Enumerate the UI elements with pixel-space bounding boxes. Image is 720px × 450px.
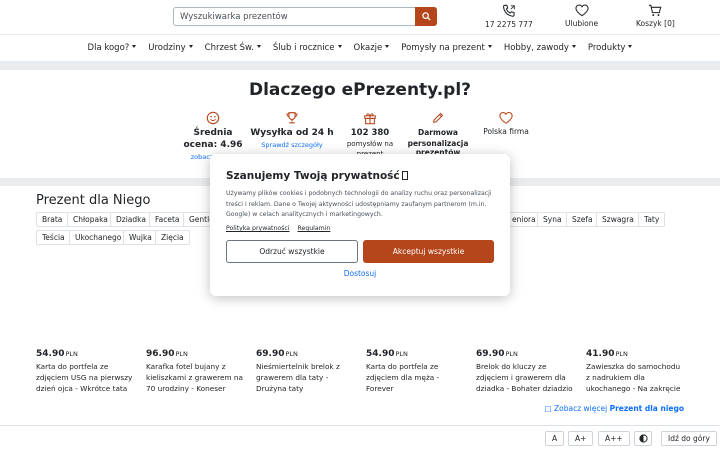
why-title: Dlaczego ePrezenty.pl? — [248, 80, 472, 100]
product-price: 54.90PLN — [366, 349, 408, 359]
product-name[interactable]: Brelok do kluczy ze zdjęciem i grawerem … — [476, 361, 576, 394]
tag-szwagra[interactable]: Szwagra — [596, 212, 640, 227]
product-price: 54.90PLN — [36, 349, 78, 359]
divider-band — [0, 61, 720, 70]
cookie-consent-modal: Szanujemy Twoją prywatność Używamy plikó… — [210, 154, 510, 296]
tag-ukochanego[interactable]: Ukochanego — [69, 230, 128, 245]
search-box — [173, 7, 437, 26]
see-more-target: Prezent dla niego — [609, 404, 684, 413]
favorites-link[interactable]: Ulubione — [565, 4, 598, 28]
tag-brata[interactable]: Brata — [36, 212, 69, 227]
product-name[interactable]: Karafka fotel bujany z kieliszkami z gra… — [146, 361, 246, 394]
product-name[interactable]: Karta do portfela ze zdjęciem dla męża -… — [366, 361, 466, 394]
section-title-gifts-for-him: Prezent dla Niego — [36, 193, 151, 208]
phone-contact[interactable]: 17 2275 777 — [485, 4, 533, 29]
terms-link[interactable]: Regulamin — [298, 225, 331, 232]
heart-icon — [574, 4, 589, 17]
main-nav: Dla kogo? Urodziny Chrzest Św. Ślub i ro… — [0, 34, 720, 60]
cart-icon — [649, 4, 662, 17]
cart-link[interactable]: Koszyk [0] — [636, 4, 675, 28]
nav-item-produkty[interactable]: Produkty — [582, 43, 639, 53]
product-card[interactable]: 54.90PLN Karta do portfela ze zdjęciem U… — [36, 349, 136, 394]
feature-shipping: Wysyłka od 24 h Sprawdź szczegóły — [247, 111, 337, 149]
product-card[interactable]: 69.90PLN Nieśmiertelnik brelok z grawere… — [256, 349, 356, 394]
see-more-link[interactable]: □ Zobacz więcej Prezent dla niego — [545, 404, 684, 413]
product-price: 96.90PLN — [146, 349, 188, 359]
nav-item-dla-kogo[interactable]: Dla kogo? — [82, 43, 143, 53]
product-card[interactable]: 41.90PLN Zawieszka do samochodu z nadruk… — [586, 349, 686, 394]
tag-ziecia[interactable]: Zięcia — [155, 230, 190, 245]
tag-szefa[interactable]: Szefa — [566, 212, 599, 227]
tag-taty[interactable]: Taty — [638, 212, 666, 227]
reject-all-button[interactable]: Odrzuć wszystkie — [226, 240, 358, 263]
feature-polish-company: Polska firma — [461, 111, 551, 136]
scroll-top-button[interactable]: Idź do góry — [661, 431, 717, 446]
feature-personalization-line1: Darmowa — [418, 128, 458, 137]
contrast-button[interactable] — [634, 431, 652, 446]
search-icon — [421, 12, 431, 21]
product-card[interactable]: 96.90PLN Karafka fotel bujany z kieliszk… — [146, 349, 246, 394]
phone-label: 17 2275 777 — [485, 20, 533, 29]
tag-faceta[interactable]: Faceta — [149, 212, 186, 227]
cookie-modal-description: Używamy plików cookies i podobnych techn… — [226, 190, 492, 218]
product-name[interactable]: Nieśmiertelnik brelok z grawerem dla tat… — [256, 361, 356, 394]
cookie-modal-title: Szanujemy Twoją prywatność — [226, 170, 408, 182]
accept-all-button[interactable]: Akceptuj wszystkie — [363, 240, 494, 263]
feature-rating-line1: Średnia — [193, 128, 233, 138]
feature-ideas-count: 102 380 — [350, 128, 390, 138]
nav-item-hobby[interactable]: Hobby, zawody — [498, 43, 582, 53]
accessibility-bar: A A+ A++ Idź do góry — [0, 425, 720, 450]
font-size-normal-button[interactable]: A — [545, 431, 565, 446]
nav-item-chrzest[interactable]: Chrzest Św. — [199, 43, 267, 53]
feature-rating-line2: ocena: 4.96 — [183, 140, 243, 150]
smile-icon — [206, 111, 220, 125]
feature-shipping-link[interactable]: Sprawdź szczegóły — [261, 141, 322, 149]
customize-button[interactable]: Dostosuj — [210, 269, 510, 278]
feature-polish-company-label: Polska firma — [483, 127, 529, 136]
heart-icon — [499, 111, 513, 124]
product-name[interactable]: Zawieszka do samochodu z nadrukiem dla u… — [586, 361, 686, 394]
cookie-modal-links: Polityka prywatności Regulamin — [226, 225, 336, 232]
nav-item-slub[interactable]: Ślub i rocznice — [267, 43, 348, 53]
product-name[interactable]: Karta do portfela ze zdjęciem USG na pie… — [36, 361, 136, 394]
nav-item-okazje[interactable]: Okazje — [348, 43, 396, 53]
tag-dziadka[interactable]: Dziadka — [110, 212, 152, 227]
external-link-icon: □ — [544, 404, 552, 413]
cart-label: Koszyk [0] — [636, 19, 675, 28]
tag-tescia[interactable]: Teścia — [36, 230, 71, 245]
contrast-icon — [638, 434, 648, 443]
tag-wujka[interactable]: Wujka — [123, 230, 158, 245]
font-size-plus-button[interactable]: A+ — [568, 431, 594, 446]
tag-syna[interactable]: Syna — [537, 212, 568, 227]
product-price: 69.90PLN — [476, 349, 518, 359]
privacy-policy-link[interactable]: Polityka prywatności — [226, 225, 290, 232]
see-more-prefix: Zobacz więcej — [554, 404, 608, 413]
gift-icon — [364, 113, 376, 125]
nav-item-urodziny[interactable]: Urodziny — [142, 43, 198, 53]
feature-shipping-title: Wysyłka od 24 h — [250, 128, 334, 138]
cookie-icon — [401, 171, 408, 180]
tag-gentleman[interactable]: Gentle — [183, 212, 211, 227]
product-card[interactable]: 69.90PLN Brelok do kluczy ze zdjęciem i … — [476, 349, 576, 394]
trophy-icon — [286, 112, 298, 124]
search-button[interactable] — [415, 7, 437, 26]
site-header: 17 2275 777 Ulubione Koszyk [0] — [0, 0, 720, 34]
pencil-icon — [432, 112, 444, 124]
favorites-label: Ulubione — [565, 19, 599, 28]
tag-chlopaka[interactable]: Chłopaka — [67, 212, 114, 227]
product-price: 69.90PLN — [256, 349, 298, 359]
product-card[interactable]: 54.90PLN Karta do portfela ze zdjęciem d… — [366, 349, 466, 394]
product-price: 41.90PLN — [586, 349, 628, 359]
nav-item-pomysly[interactable]: Pomysły na prezent — [395, 43, 498, 53]
font-size-plus2-button[interactable]: A++ — [598, 431, 630, 446]
phone-icon — [502, 4, 515, 17]
feature-personalization-line2: personalizacja — [407, 139, 469, 148]
search-input[interactable] — [174, 8, 416, 25]
